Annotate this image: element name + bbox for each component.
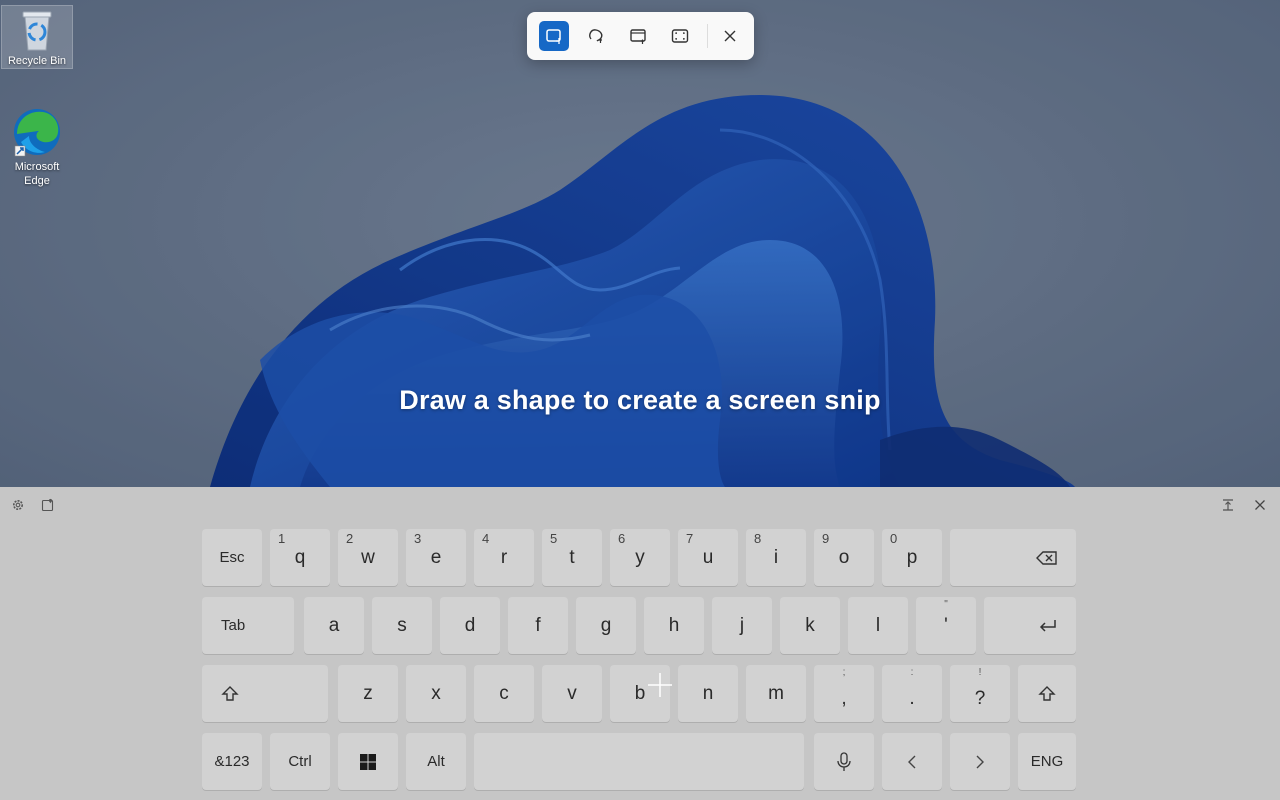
touch-keyboard: Esc 1 q 2 w 3 e 4 r 5 t 6 y 7 u 8 i 9 o … [0,487,1280,800]
key-i[interactable]: 8 i [746,529,806,586]
key-z[interactable]: z [338,665,398,722]
keyboard-settings-button[interactable] [10,497,26,513]
key-k[interactable]: k [780,597,840,654]
key-language[interactable]: ENG [1018,733,1076,790]
key-b[interactable]: b [610,665,670,722]
key-s[interactable]: s [372,597,432,654]
key-comma[interactable]: ; , [814,665,874,722]
window-snip-button[interactable] [623,21,653,51]
keyboard-close-button[interactable] [1252,497,1268,513]
key-m[interactable]: m [746,665,806,722]
key-alt[interactable]: Alt [406,733,466,790]
key-shift-left[interactable] [202,665,328,722]
key-microphone[interactable] [814,733,874,790]
key-question[interactable]: ! ? [950,665,1010,722]
edge-label-line2: Edge [24,175,50,187]
freeform-snip-icon [589,29,603,43]
snip-hint: Draw a shape to create a screen snip [399,385,881,415]
rectangle-snip-icon [546,29,561,44]
key-u[interactable]: 7 u [678,529,738,586]
key-shift-right[interactable] [1018,665,1076,722]
key-t[interactable]: 5 t [542,529,602,586]
key-j[interactable]: j [712,597,772,654]
edge-icon [14,109,60,157]
key-enter[interactable] [984,597,1076,654]
key-n[interactable]: n [678,665,738,722]
desktop-icon-edge[interactable]: Microsoft Edge [2,106,72,188]
freeform-snip-button[interactable] [581,21,611,51]
recycle-bin-icon [22,11,52,51]
fullscreen-snip-button[interactable] [665,21,695,51]
desktop: Recycle Bin Microsoft Edge Draw a shape … [0,0,1280,487]
key-r[interactable]: 4 r [474,529,534,586]
key-space[interactable] [474,733,804,790]
dock-icon [1223,499,1233,511]
key-o[interactable]: 9 o [814,529,874,586]
key-symbols[interactable]: &123 [202,733,262,790]
shift-icon [1038,685,1056,701]
key-ctrl[interactable]: Ctrl [270,733,330,790]
windows-icon [360,753,376,770]
window-snip-icon [630,29,646,44]
key-windows[interactable] [338,733,398,790]
key-g[interactable]: g [576,597,636,654]
key-p[interactable]: 0 p [882,529,942,586]
key-l[interactable]: l [848,597,908,654]
key-period[interactable]: : . [882,665,942,722]
key-backspace[interactable] [950,529,1076,586]
snip-close-button[interactable] [715,21,745,51]
key-esc[interactable]: Esc [202,529,262,586]
toolbar-divider [707,24,708,48]
chevron-left-icon [908,755,916,768]
key-y[interactable]: 6 y [610,529,670,586]
key-q[interactable]: 1 q [270,529,330,586]
key-c[interactable]: c [474,665,534,722]
key-x[interactable]: x [406,665,466,722]
key-apostrophe[interactable]: " ' [916,597,976,654]
key-a[interactable]: a [304,597,364,654]
microphone-icon [837,751,851,771]
gear-icon [13,500,23,510]
chevron-right-icon [976,755,984,768]
enter-icon [1039,619,1056,632]
key-arrow-right[interactable] [950,733,1010,790]
close-icon [724,30,736,42]
key-tab[interactable]: Tab [202,597,294,654]
key-d[interactable]: d [440,597,500,654]
key-arrow-left[interactable] [882,733,942,790]
desktop-icon-recycle-bin[interactable]: Recycle Bin [1,5,73,69]
keyboard-dock-button[interactable] [1220,497,1236,513]
key-f[interactable]: f [508,597,568,654]
recycle-bin-label: Recycle Bin [7,55,67,67]
key-v[interactable]: v [542,665,602,722]
key-h[interactable]: h [644,597,704,654]
edge-label-line1: Microsoft [14,161,60,173]
keyboard-emoji-button[interactable] [40,497,56,513]
close-icon [1255,500,1265,510]
key-e[interactable]: 3 e [406,529,466,586]
backspace-icon [1036,550,1057,565]
emoji-icon [41,498,54,512]
fullscreen-snip-icon [671,29,689,43]
snip-toolbar [527,12,754,60]
key-w[interactable]: 2 w [338,529,398,586]
rectangle-snip-button[interactable] [539,21,569,51]
shift-icon [221,685,239,701]
